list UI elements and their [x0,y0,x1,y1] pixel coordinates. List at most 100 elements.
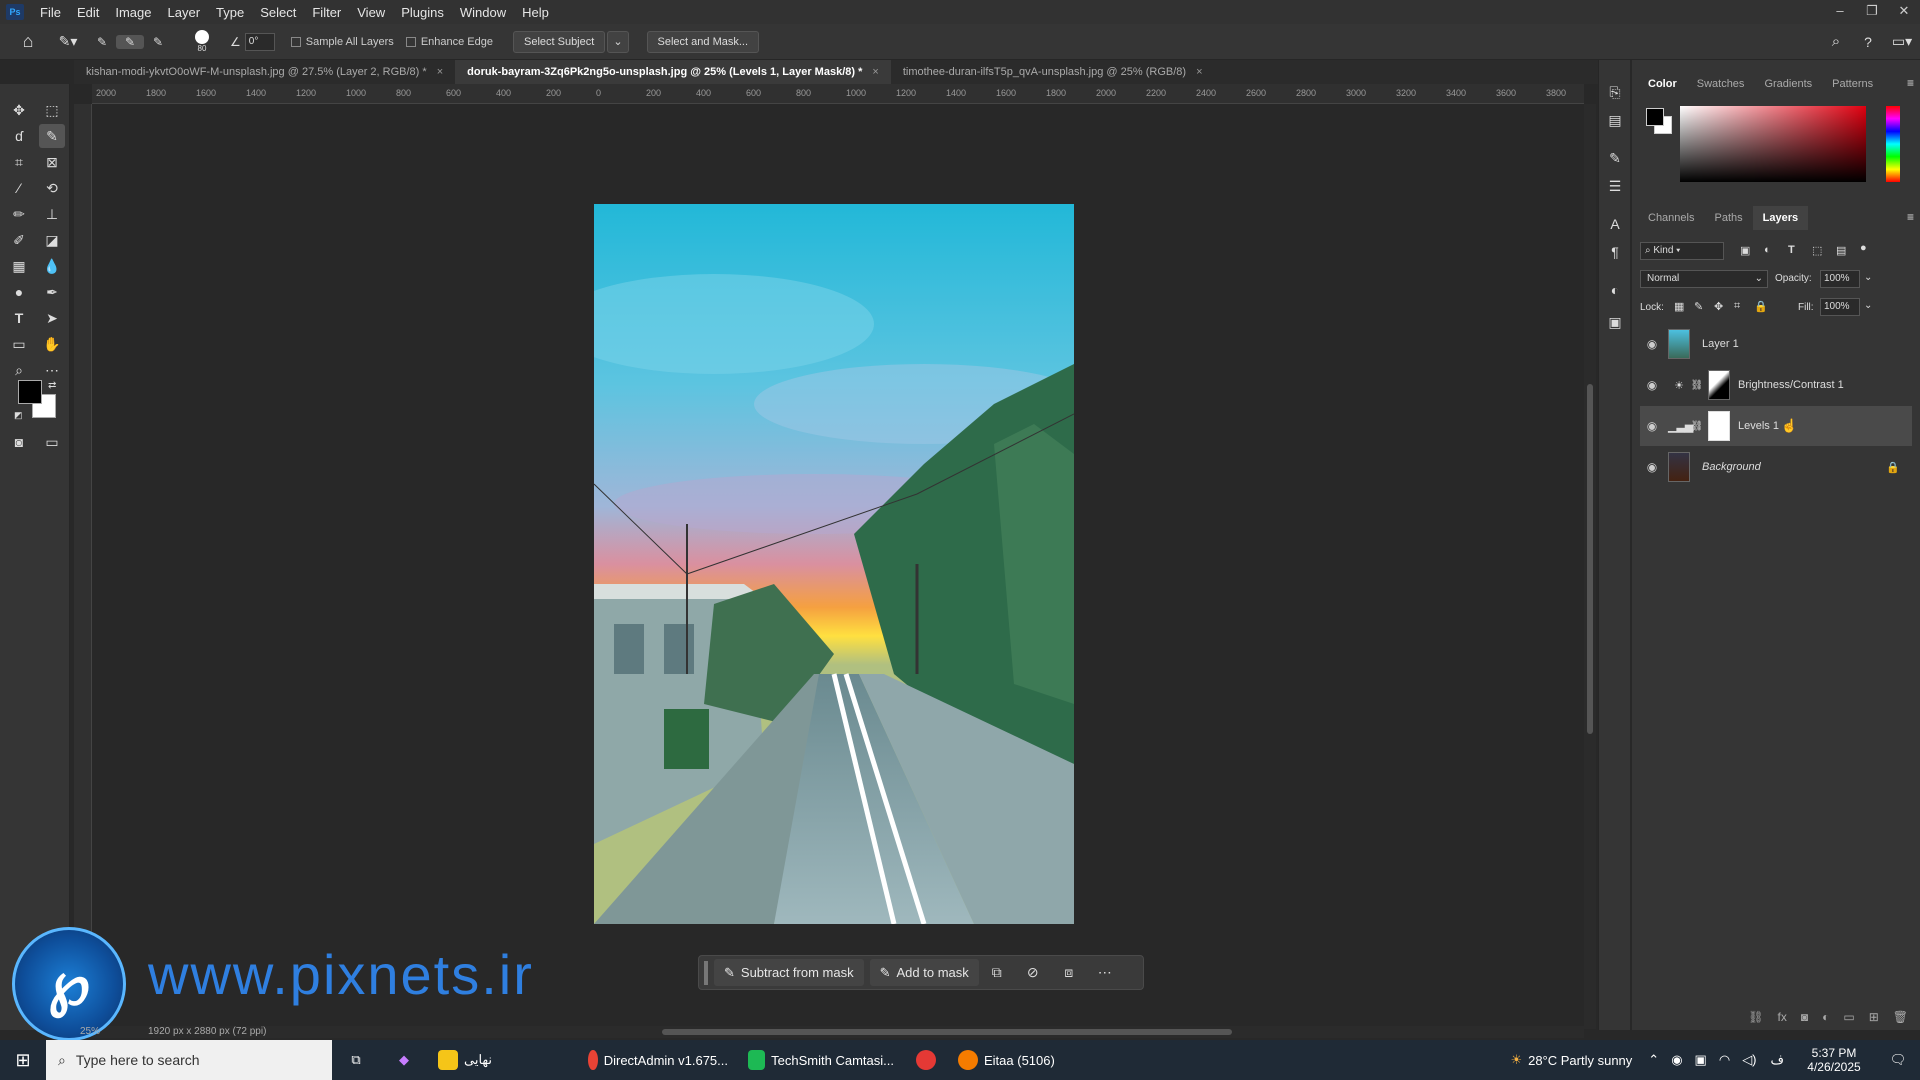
character-panel-icon[interactable]: A [1602,212,1628,236]
filter-smart-icon[interactable]: ▤ [1836,244,1846,257]
menu-layer[interactable]: Layer [160,5,209,20]
visibility-eye-icon[interactable]: ◉ [1640,337,1664,351]
lock-position-icon[interactable]: ✥ [1714,300,1723,313]
add-to-mask-button[interactable]: ✎ Add to mask [869,959,979,986]
taskbar-search[interactable]: ⌕ Type here to search [46,1040,332,1080]
tab-channels[interactable]: Channels [1638,206,1704,230]
taskbar-app-folder[interactable]: نهایی [428,1040,578,1080]
color-field[interactable] [1680,106,1866,182]
screen-mode-icon[interactable]: ▭ [39,430,65,454]
filter-adjustment-icon[interactable]: ◐ [1764,244,1771,256]
menu-window[interactable]: Window [452,5,514,20]
tray-record-icon[interactable]: ◉ [1665,1040,1688,1080]
blend-mode-select[interactable]: Normal ⌄ [1640,270,1768,288]
home-icon[interactable]: ⌂ [8,31,48,52]
layer-row-levels[interactable]: ◉ ▁▃▅ ⛓ Levels 1 ☝ [1640,406,1912,446]
menu-filter[interactable]: Filter [304,5,349,20]
visibility-eye-icon[interactable]: ◉ [1640,460,1664,474]
properties-panel-icon[interactable]: ▣ [1602,310,1628,334]
new-adjustment-icon[interactable]: ◐ [1822,1010,1829,1030]
lock-pixels-icon[interactable]: ✎ [1694,300,1703,313]
enhance-edge-checkbox[interactable]: Enhance Edge [405,36,493,48]
paragraph-panel-icon[interactable]: ¶ [1602,240,1628,264]
windows-start-icon[interactable]: ⊞ [0,1040,46,1080]
history-brush-icon[interactable]: ✐ [6,228,32,252]
stamp-tool-icon[interactable]: ⊥ [39,202,65,226]
chain-link-icon[interactable]: ⛓ [1690,380,1704,391]
clock[interactable]: 5:37 PM 4/26/2025 [1792,1046,1876,1074]
taskbar-app-camtasia[interactable]: TechSmith Camtasi... [738,1040,904,1080]
brush-settings-icon[interactable]: ✎ [1602,146,1628,170]
tray-display-icon[interactable]: ▣ [1689,1040,1713,1080]
hand-tool-icon[interactable]: ✋ [39,332,65,356]
fill-mask-icon[interactable]: ⧈ [1051,964,1087,981]
move-tool-icon[interactable]: ✥ [6,98,32,122]
tray-chevron-icon[interactable]: ⌃ [1642,1040,1665,1080]
taskbar-app-chrome[interactable]: DirectAdmin v1.675... [578,1040,738,1080]
crop-tool-icon[interactable]: ⌗ [6,150,32,174]
lock-artboard-icon[interactable]: ⌗ [1734,300,1740,313]
pen-tool-icon[interactable]: ✒ [39,280,65,304]
close-icon[interactable]: ✕ [1888,0,1920,24]
tab-document-3[interactable]: timothee-duran-ilfsT5p_qvA-unsplash.jpg … [891,60,1215,84]
tab-paths[interactable]: Paths [1704,206,1752,230]
add-selection-icon[interactable]: ✎ [116,34,144,49]
angle-input[interactable]: 0° [244,32,275,51]
filter-pixel-icon[interactable]: ▣ [1740,244,1750,257]
task-view-icon[interactable]: ⧉ [332,1040,380,1080]
select-subject-dropdown[interactable]: ⌄ [607,30,629,53]
default-colors-icon[interactable]: ◩ [14,410,23,421]
taskbar-app-recorder[interactable] [904,1040,948,1080]
visibility-eye-icon[interactable]: ◉ [1640,419,1664,433]
rectangle-tool-icon[interactable]: ▭ [6,332,32,356]
restore-icon[interactable]: ❐ [1856,0,1888,24]
history-panel-icon[interactable]: ⎘ [1602,80,1628,104]
tab-document-2[interactable]: doruk-bayram-3Zq6Pk2ng5o-unsplash.jpg @ … [455,60,891,84]
frame-tool-icon[interactable]: ⊠ [39,150,65,174]
lasso-tool-icon[interactable]: ɗ [6,124,32,148]
add-mask-icon[interactable]: ◙ [1801,1010,1808,1030]
menu-edit[interactable]: Edit [69,5,107,20]
taskbar-app-eitaa[interactable]: Eitaa (5106) [948,1040,1078,1080]
search-icon[interactable]: ⌕ [1820,33,1852,50]
layer-row-brightness-contrast[interactable]: ◉ ☀ ⛓ Brightness/Contrast 1 [1640,365,1912,405]
tab-swatches[interactable]: Swatches [1687,72,1755,96]
menu-file[interactable]: File [32,5,69,20]
volume-icon[interactable]: ◁) [1736,1040,1762,1080]
foreground-swatch[interactable] [1646,108,1664,126]
blur-tool-icon[interactable]: 💧 [39,254,65,278]
3d-rotate-icon[interactable]: ⟲ [39,176,65,200]
layer-filter[interactable]: ⌕ Kind ▾ [1640,242,1724,260]
dodge-tool-icon[interactable]: ● [6,280,32,304]
visibility-eye-icon[interactable]: ◉ [1640,378,1664,392]
swap-colors-icon[interactable]: ⇄ [48,380,56,391]
hue-slider[interactable] [1886,106,1900,182]
panel-menu-icon[interactable]: ≡ [1907,76,1914,90]
wifi-icon[interactable]: ◠ [1713,1040,1736,1080]
new-selection-icon[interactable]: ✎ [88,35,116,49]
subtract-selection-icon[interactable]: ✎ [144,35,172,49]
filter-shape-icon[interactable]: ⬚ [1812,244,1822,257]
filter-toggle-icon[interactable]: ● [1860,242,1867,254]
scroll-thumb[interactable] [662,1029,1232,1035]
zoom-level[interactable]: 25% [80,1026,100,1037]
copilot-icon[interactable]: ◆ [380,1040,428,1080]
tab-color[interactable]: Color [1638,72,1687,96]
eyedropper-tool-icon[interactable]: ⁄ [6,176,32,200]
horizontal-scrollbar[interactable] [92,1026,1584,1038]
close-tab-icon[interactable]: × [1196,60,1202,84]
chain-link-icon[interactable]: ⛓ [1690,421,1704,432]
opacity-input[interactable]: 100% [1820,270,1860,288]
weather-widget[interactable]: ☀ 28°C Partly sunny [1500,1040,1642,1080]
filter-type-icon[interactable]: T [1788,244,1795,256]
more-tools-icon[interactable]: ⋯ [39,358,65,382]
gradient-tool-icon[interactable]: ▦ [6,254,32,278]
type-tool-icon[interactable]: T [6,306,32,330]
quick-mask-icon[interactable]: ◙ [6,430,32,454]
menu-plugins[interactable]: Plugins [393,5,452,20]
minimize-icon[interactable]: – [1824,0,1856,24]
workspace-icon[interactable]: ▭▾ [1884,33,1920,50]
subtract-from-mask-button[interactable]: ✎ Subtract from mask [714,959,864,986]
zoom-tool-icon[interactable]: ⌕ [6,358,32,382]
fx-icon[interactable]: fx [1778,1010,1787,1030]
